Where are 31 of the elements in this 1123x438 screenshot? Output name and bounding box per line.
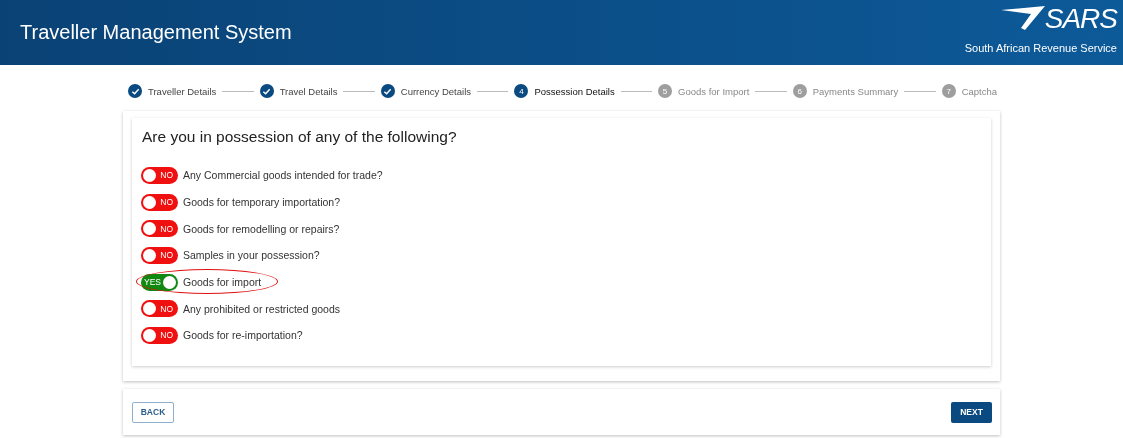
sars-logo: SARS [1000,4,1117,34]
toggle-switch[interactable]: NO [141,166,178,184]
question-label: Goods for remodelling or repairs? [183,222,340,235]
toggle-switch[interactable]: NO [141,246,178,264]
step-number: 5 [658,84,673,98]
step-tab[interactable]: 6 Payments Summary [792,84,899,98]
step-number: 7 [941,84,956,98]
question-label: Any prohibited or restricted goods [183,302,340,315]
toggle-switch[interactable]: NO [141,193,178,211]
question-label: Goods for import [183,276,262,289]
step-number: 6 [792,84,807,98]
step-tab[interactable]: 7 Captcha [941,84,998,98]
question-label: Goods for re-importation? [183,329,303,342]
back-button[interactable]: BACK [132,401,174,423]
toggle-switch[interactable]: NO [141,300,178,318]
step-tab[interactable]: Traveller Details [128,84,217,98]
step-tab[interactable]: Travel Details [259,84,338,98]
question-label: Any Commercial goods intended for trade? [183,169,383,182]
step-tab[interactable]: 4 Possession Details [514,84,615,98]
question-label: Goods for temporary importation? [183,196,340,209]
toggle-switch[interactable]: NO [141,326,178,344]
question-heading: Are you in possession of any of the following? [141,127,458,147]
next-button[interactable]: NEXT [951,401,992,423]
app-title: Traveller Management System [20,21,292,44]
toggle-switch[interactable]: NO [141,220,178,238]
question-label: Samples in your possession? [183,249,320,262]
step-number: 4 [514,84,529,98]
step-tab[interactable]: Currency Details [380,84,471,98]
organisation-name: South African Revenue Service [964,42,1117,54]
toggle-switch[interactable]: YES [141,273,178,291]
step-tab[interactable]: 5 Goods for Import [658,84,750,98]
